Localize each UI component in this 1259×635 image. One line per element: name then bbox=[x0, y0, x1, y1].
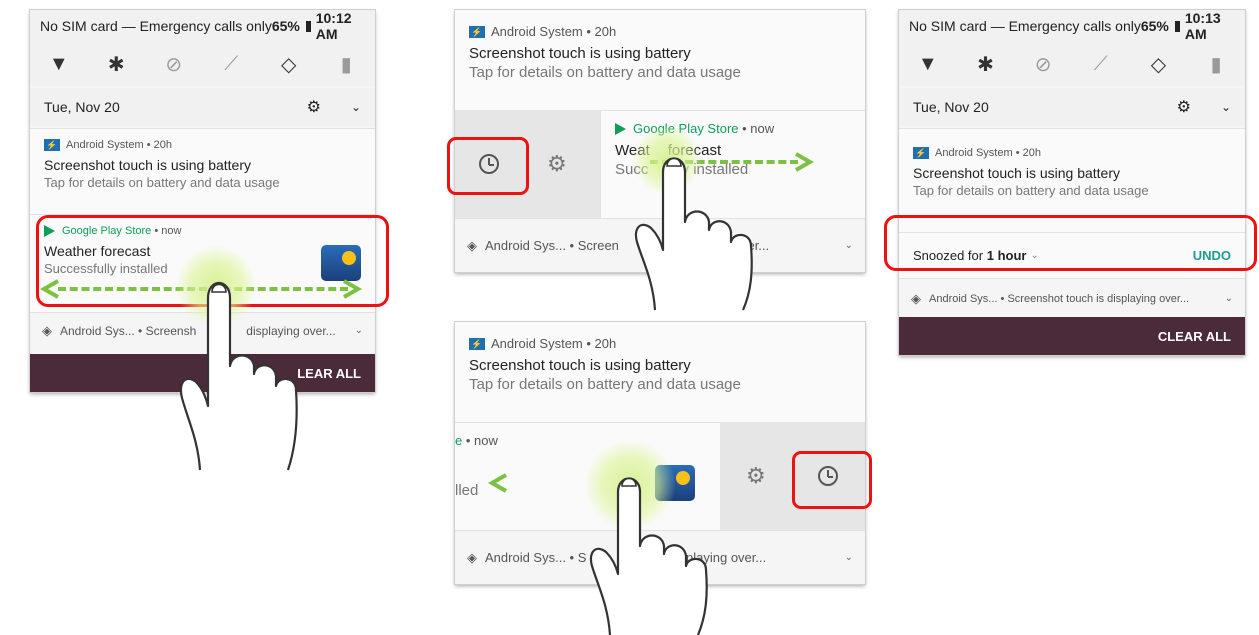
highlight-snooze-clock bbox=[792, 451, 872, 509]
battery-saver-icon[interactable]: ▮ bbox=[1203, 52, 1229, 77]
date-text: Tue, Nov 20 bbox=[44, 99, 120, 115]
notif-subtitle: Tap for details on battery and data usag… bbox=[469, 376, 741, 393]
date-row: Tue, Nov 20 ⚙ ⌄ bbox=[30, 88, 375, 126]
dnd-icon[interactable]: ⊘ bbox=[1030, 52, 1056, 77]
battery-saver-icon[interactable]: ▮ bbox=[333, 52, 359, 77]
dnd-icon[interactable]: ⊘ bbox=[161, 52, 187, 77]
chevron-down-icon[interactable]: ⌄ bbox=[1225, 293, 1233, 304]
layers-icon: ◈ bbox=[911, 290, 921, 306]
notif-title: Screenshot touch is using battery bbox=[913, 165, 1121, 181]
bluetooth-icon[interactable]: ✱ bbox=[972, 52, 998, 77]
android-system-app-icon: ⚡ bbox=[469, 337, 485, 350]
carrier-text: No SIM card — Emergency calls only bbox=[40, 18, 272, 34]
arrowhead-left-icon bbox=[487, 473, 507, 493]
notif-age: 20h bbox=[594, 336, 617, 351]
notif-age: 20h bbox=[1022, 147, 1041, 159]
carrier-text: No SIM card — Emergency calls only bbox=[909, 18, 1141, 34]
highlight-snoozed-row bbox=[884, 215, 1257, 271]
notif-app-name: Android System bbox=[491, 336, 583, 351]
notif-age: now bbox=[750, 121, 775, 136]
notification-android-system[interactable]: ⚡ Android System • 20h Screenshot touch i… bbox=[455, 10, 865, 110]
chevron-down-icon[interactable]: ⌄ bbox=[845, 552, 853, 563]
autorotate-icon[interactable]: ◇ bbox=[1145, 52, 1171, 77]
notif-title: Screenshot touch is using battery bbox=[469, 357, 691, 374]
clock-time: 10:13 AM bbox=[1184, 10, 1221, 42]
play-store-icon bbox=[615, 122, 626, 135]
bluetooth-icon[interactable]: ✱ bbox=[103, 52, 129, 77]
notif-age: 20h bbox=[594, 24, 617, 39]
android-system-app-icon: ⚡ bbox=[44, 139, 60, 151]
settings-gear-icon[interactable]: ⚙ bbox=[1177, 97, 1191, 117]
quick-settings-row: ▼ ✱ ⊘ ⟋ ◇ ▮ bbox=[30, 42, 375, 86]
settings-gear-icon[interactable]: ⚙ bbox=[547, 151, 567, 177]
notif-age: now bbox=[474, 433, 498, 448]
wifi-icon[interactable]: ▼ bbox=[46, 53, 72, 76]
battery-icon bbox=[1174, 20, 1180, 32]
layers-icon: ◈ bbox=[42, 322, 52, 338]
settings-gear-icon[interactable]: ⚙ bbox=[746, 463, 766, 489]
notif-app-name: Android System bbox=[491, 24, 583, 39]
notif-app-name: Android System bbox=[66, 139, 144, 151]
autorotate-icon[interactable]: ◇ bbox=[276, 52, 302, 77]
arrowhead-right-icon bbox=[795, 152, 815, 172]
status-bar: No SIM card — Emergency calls only 65% 1… bbox=[30, 10, 375, 42]
status-bar: No SIM card — Emergency calls only 65% 1… bbox=[899, 10, 1245, 42]
pointing-hand-icon bbox=[179, 281, 298, 471]
layers-icon: ◈ bbox=[467, 549, 477, 565]
notif-app-name: Android System bbox=[935, 147, 1013, 159]
clock-time: 10:12 AM bbox=[315, 10, 352, 42]
collapsed-app: Android Sys... bbox=[485, 238, 566, 253]
arrowhead-right-icon bbox=[343, 279, 363, 299]
collapsed-text: Screen bbox=[577, 238, 619, 253]
notif-app-name: e bbox=[455, 433, 463, 448]
quick-settings-row: ▼ ✱ ⊘ ⟋ ◇ ▮ bbox=[899, 42, 1245, 86]
panel-notification-shade-4: No SIM card — Emergency calls only 65% 1… bbox=[899, 10, 1245, 355]
collapsed-app: Android Sys... bbox=[60, 323, 135, 338]
battery-percent: 65% bbox=[271, 18, 300, 34]
battery-percent: 65% bbox=[1140, 18, 1169, 34]
notification-android-system[interactable]: ⚡ Android System • 20h Screenshot touch i… bbox=[455, 322, 865, 422]
chevron-down-icon[interactable]: ⌄ bbox=[1221, 100, 1231, 114]
date-row: Tue, Nov 20 ⚙ ⌄ bbox=[899, 88, 1245, 126]
android-system-app-icon: ⚡ bbox=[913, 147, 929, 159]
flashlight-icon[interactable]: ⟋ bbox=[218, 53, 244, 76]
chevron-down-icon[interactable]: ⌄ bbox=[845, 240, 853, 251]
notif-subtitle: Tap for details on battery and data usag… bbox=[44, 175, 280, 190]
clear-all-label: CLEAR ALL bbox=[1157, 328, 1231, 344]
chevron-down-icon[interactable]: ⌄ bbox=[351, 100, 361, 114]
date-text: Tue, Nov 20 bbox=[913, 99, 989, 115]
notif-age: 20h bbox=[153, 139, 172, 151]
notification-collapsed[interactable]: ◈ Android Sys... • Screenshot touch is d… bbox=[899, 278, 1245, 318]
settings-gear-icon[interactable]: ⚙ bbox=[307, 97, 321, 117]
pointing-hand-icon bbox=[634, 157, 753, 311]
notif-title: Screenshot touch is using battery bbox=[469, 45, 691, 62]
arrowhead-left-icon bbox=[39, 279, 59, 299]
pointing-hand-icon bbox=[589, 477, 708, 635]
collapsed-app: Android Sys... bbox=[485, 550, 566, 565]
flashlight-icon[interactable]: ⟋ bbox=[1088, 53, 1114, 76]
notif-title: Screenshot touch is using battery bbox=[44, 157, 252, 173]
highlight-snooze-clock bbox=[447, 137, 529, 195]
collapsed-app: Android Sys... bbox=[929, 292, 998, 305]
layers-icon: ◈ bbox=[467, 237, 477, 253]
notification-android-system[interactable]: ⚡ Android System • 20h Screenshot touch i… bbox=[30, 128, 375, 214]
clear-all-button[interactable]: CLEAR ALL bbox=[899, 317, 1245, 355]
android-system-app-icon: ⚡ bbox=[469, 25, 485, 38]
notif-subtitle: Tap for details on battery and data usag… bbox=[913, 183, 1149, 198]
chevron-down-icon[interactable]: ⌄ bbox=[355, 325, 363, 336]
wifi-icon[interactable]: ▼ bbox=[915, 53, 941, 76]
notif-subtitle: Tap for details on battery and data usag… bbox=[469, 64, 741, 81]
battery-icon bbox=[305, 20, 311, 32]
collapsed-text: Screenshot touch is displaying over... bbox=[1007, 292, 1190, 305]
